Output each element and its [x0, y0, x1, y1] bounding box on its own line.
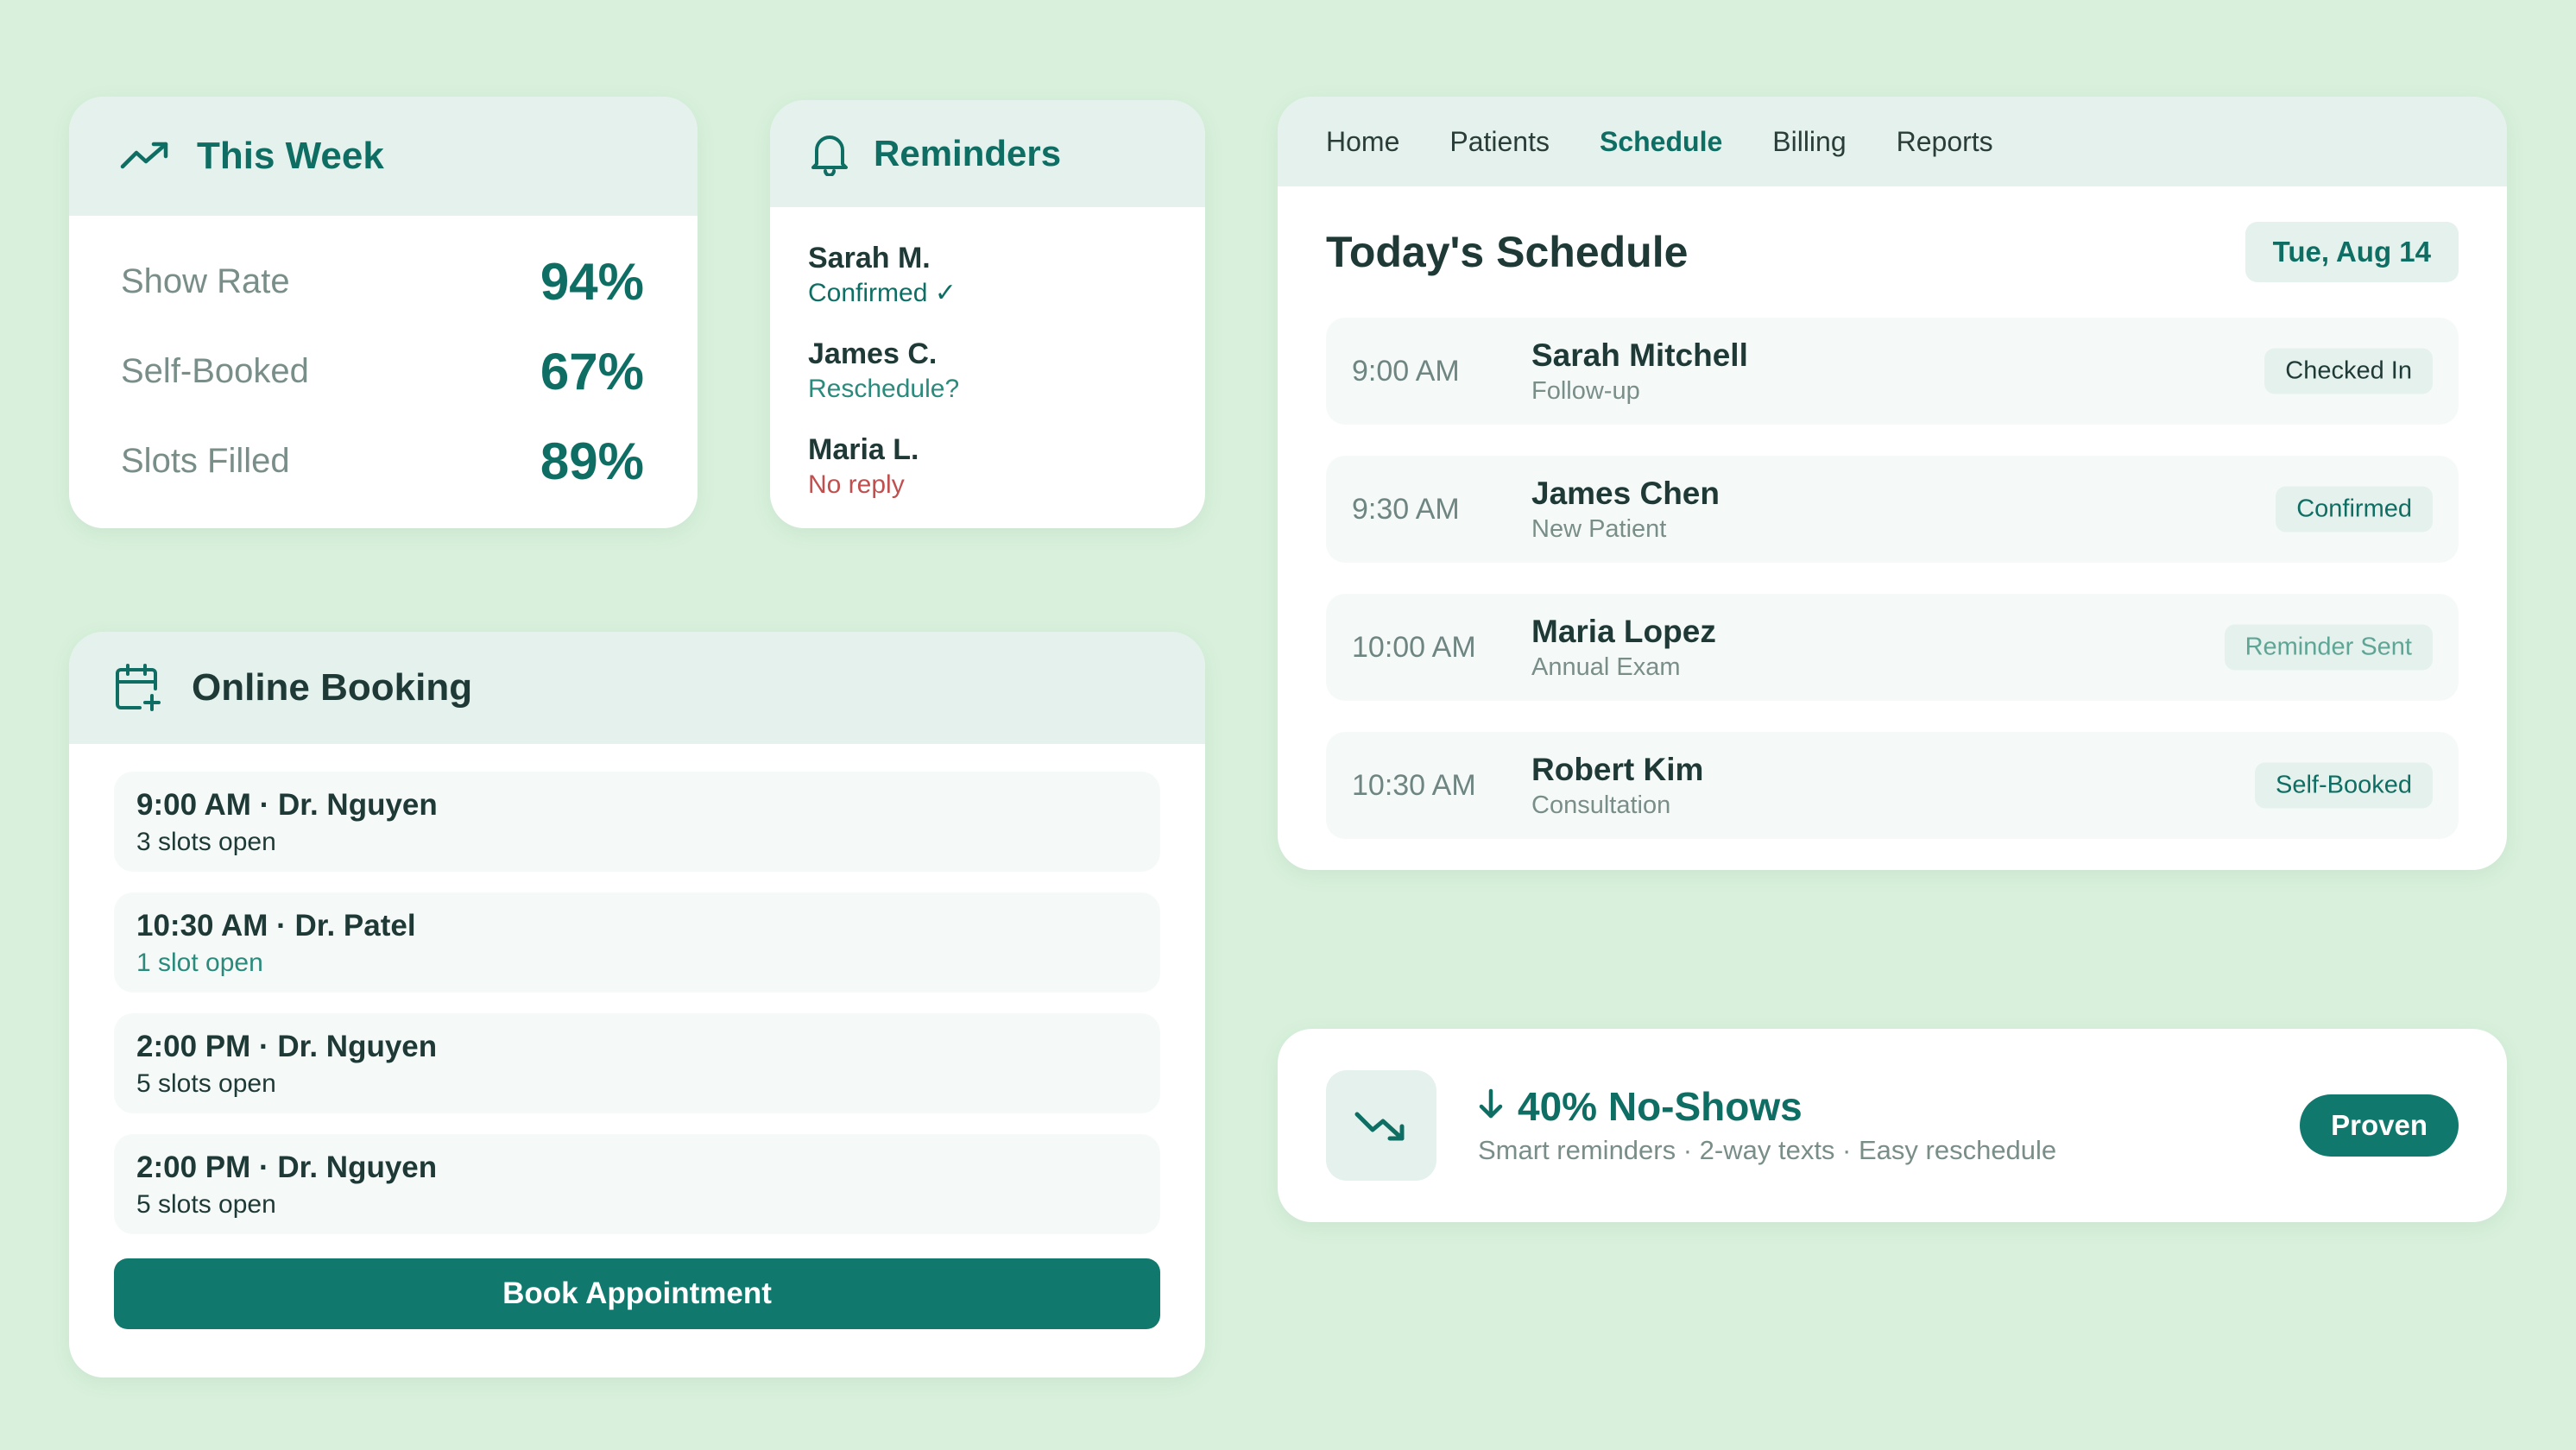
appointment-time: 9:30 AM [1352, 492, 1460, 526]
slot-availability: 3 slots open [136, 828, 276, 856]
slot-title: 9:00 AM · Dr. Nguyen [136, 788, 438, 822]
arrow-down-icon [1478, 1083, 1504, 1130]
reminders-list: Sarah M. Confirmed ✓ James C. Reschedule… [770, 207, 1205, 527]
nav-billing[interactable]: Billing [1772, 126, 1846, 158]
status-badge: Reminder Sent [2224, 624, 2433, 671]
patient-name: Maria Lopez [1531, 614, 1716, 649]
reminder-status: Reschedule? [808, 375, 960, 403]
status-badge: Self-Booked [2255, 762, 2433, 809]
slot-availability: 5 slots open [136, 1069, 276, 1098]
table-row[interactable]: 9:00 AM Sarah Mitchell Follow-up Checked… [1326, 318, 2459, 425]
no-shows-subtitle: Smart reminders · 2-way texts · Easy res… [1478, 1135, 2057, 1165]
stat-value: 89% [540, 432, 644, 490]
table-row[interactable]: 9:30 AM James Chen New Patient Confirmed [1326, 456, 2459, 563]
stats-list: Show Rate 94% Self-Booked 67% Slots Fill… [69, 216, 698, 506]
appointment-time: 9:00 AM [1352, 354, 1460, 388]
stat-label: Self-Booked [121, 351, 309, 390]
bell-icon [810, 131, 849, 176]
online-booking-card: Online Booking 9:00 AM · Dr. Nguyen 3 sl… [69, 632, 1205, 1378]
no-shows-text: 40% No-Shows Smart reminders · 2-way tex… [1478, 1083, 2056, 1168]
date-badge[interactable]: Tue, Aug 14 [2245, 222, 2459, 282]
reminders-header: Reminders [770, 100, 1205, 207]
appointment-type: Annual Exam [1531, 653, 1681, 681]
stat-value: 94% [540, 252, 644, 311]
stat-slots-filled: Slots Filled 89% [69, 416, 698, 506]
list-item[interactable]: 2:00 PM · Dr. Nguyen 5 slots open [114, 1134, 1160, 1234]
appointment-type: Consultation [1531, 791, 1671, 819]
this-week-card: This Week Show Rate 94% Self-Booked 67% … [69, 97, 698, 528]
stat-show-rate: Show Rate 94% [69, 236, 698, 326]
reminder-name: James C. [808, 337, 938, 370]
no-shows-title: 40% No-Shows [1518, 1084, 1803, 1129]
schedule-card: Home Patients Schedule Billing Reports T… [1278, 97, 2507, 870]
slot-title: 2:00 PM · Dr. Nguyen [136, 1151, 438, 1184]
list-item[interactable]: 2:00 PM · Dr. Nguyen 5 slots open [114, 1013, 1160, 1113]
status-badge: Confirmed [2276, 486, 2433, 533]
page-title: Today's Schedule [1326, 228, 1689, 276]
reminder-status: No reply [808, 470, 905, 499]
appointment-details: Maria Lopez Annual Exam [1531, 612, 1716, 683]
appointment-list: 9:00 AM Sarah Mitchell Follow-up Checked… [1278, 318, 2507, 839]
table-row[interactable]: 10:30 AM Robert Kim Consultation Self-Bo… [1326, 732, 2459, 839]
reminder-name: Maria L. [808, 433, 919, 466]
stat-value: 67% [540, 342, 644, 400]
no-shows-card: 40% No-Shows Smart reminders · 2-way tex… [1278, 1029, 2507, 1222]
nav-reports[interactable]: Reports [1897, 126, 1993, 158]
patient-name: Robert Kim [1531, 752, 1704, 787]
patient-name: James Chen [1531, 476, 1720, 511]
nav-patients[interactable]: Patients [1449, 126, 1550, 158]
book-appointment-button[interactable]: Book Appointment [114, 1258, 1160, 1329]
top-nav: Home Patients Schedule Billing Reports [1278, 97, 2507, 186]
slot-title: 10:30 AM · Dr. Patel [136, 909, 416, 942]
proven-button[interactable]: Proven [2300, 1094, 2459, 1157]
calendar-plus-icon [114, 663, 162, 713]
reminder-name: Sarah M. [808, 242, 931, 274]
reminders-card: Reminders Sarah M. Confirmed ✓ James C. … [770, 100, 1205, 528]
list-item[interactable]: Sarah M. Confirmed ✓ [808, 240, 1167, 336]
appointment-type: Follow-up [1531, 377, 1640, 405]
appointment-details: James Chen New Patient [1531, 474, 1720, 545]
trending-up-icon [119, 139, 171, 173]
appointment-details: Sarah Mitchell Follow-up [1531, 336, 1748, 407]
reminder-status: Confirmed ✓ [808, 279, 957, 307]
slot-availability: 5 slots open [136, 1190, 276, 1219]
reminders-title: Reminders [874, 133, 1062, 173]
list-item[interactable]: Maria L. No reply [808, 432, 1167, 527]
online-booking-title: Online Booking [192, 666, 473, 709]
no-shows-headline: 40% No-Shows [1478, 1083, 2056, 1130]
online-booking-header: Online Booking [69, 632, 1205, 744]
slot-list: 9:00 AM · Dr. Nguyen 3 slots open 10:30 … [69, 744, 1205, 1234]
stat-self-booked: Self-Booked 67% [69, 326, 698, 416]
appointment-type: New Patient [1531, 515, 1667, 543]
slot-availability: 1 slot open [136, 949, 263, 977]
this-week-header: This Week [69, 97, 698, 216]
appointment-time: 10:00 AM [1352, 630, 1476, 664]
status-badge: Checked In [2264, 348, 2433, 394]
schedule-header: Today's Schedule Tue, Aug 14 [1278, 186, 2507, 318]
slot-title: 2:00 PM · Dr. Nguyen [136, 1030, 438, 1063]
nav-home[interactable]: Home [1326, 126, 1399, 158]
table-row[interactable]: 10:00 AM Maria Lopez Annual Exam Reminde… [1326, 594, 2459, 701]
appointment-time: 10:30 AM [1352, 768, 1476, 802]
list-item[interactable]: 9:00 AM · Dr. Nguyen 3 slots open [114, 772, 1160, 872]
this-week-title: This Week [197, 135, 384, 177]
stat-label: Show Rate [121, 262, 290, 300]
appointment-details: Robert Kim Consultation [1531, 750, 1703, 821]
trending-down-icon [1326, 1070, 1436, 1181]
stat-label: Slots Filled [121, 441, 290, 480]
nav-schedule[interactable]: Schedule [1600, 126, 1722, 158]
list-item[interactable]: James C. Reschedule? [808, 336, 1167, 432]
no-shows-content: 40% No-Shows Smart reminders · 2-way tex… [1278, 1029, 2507, 1222]
patient-name: Sarah Mitchell [1531, 337, 1748, 373]
list-item[interactable]: 10:30 AM · Dr. Patel 1 slot open [114, 892, 1160, 993]
